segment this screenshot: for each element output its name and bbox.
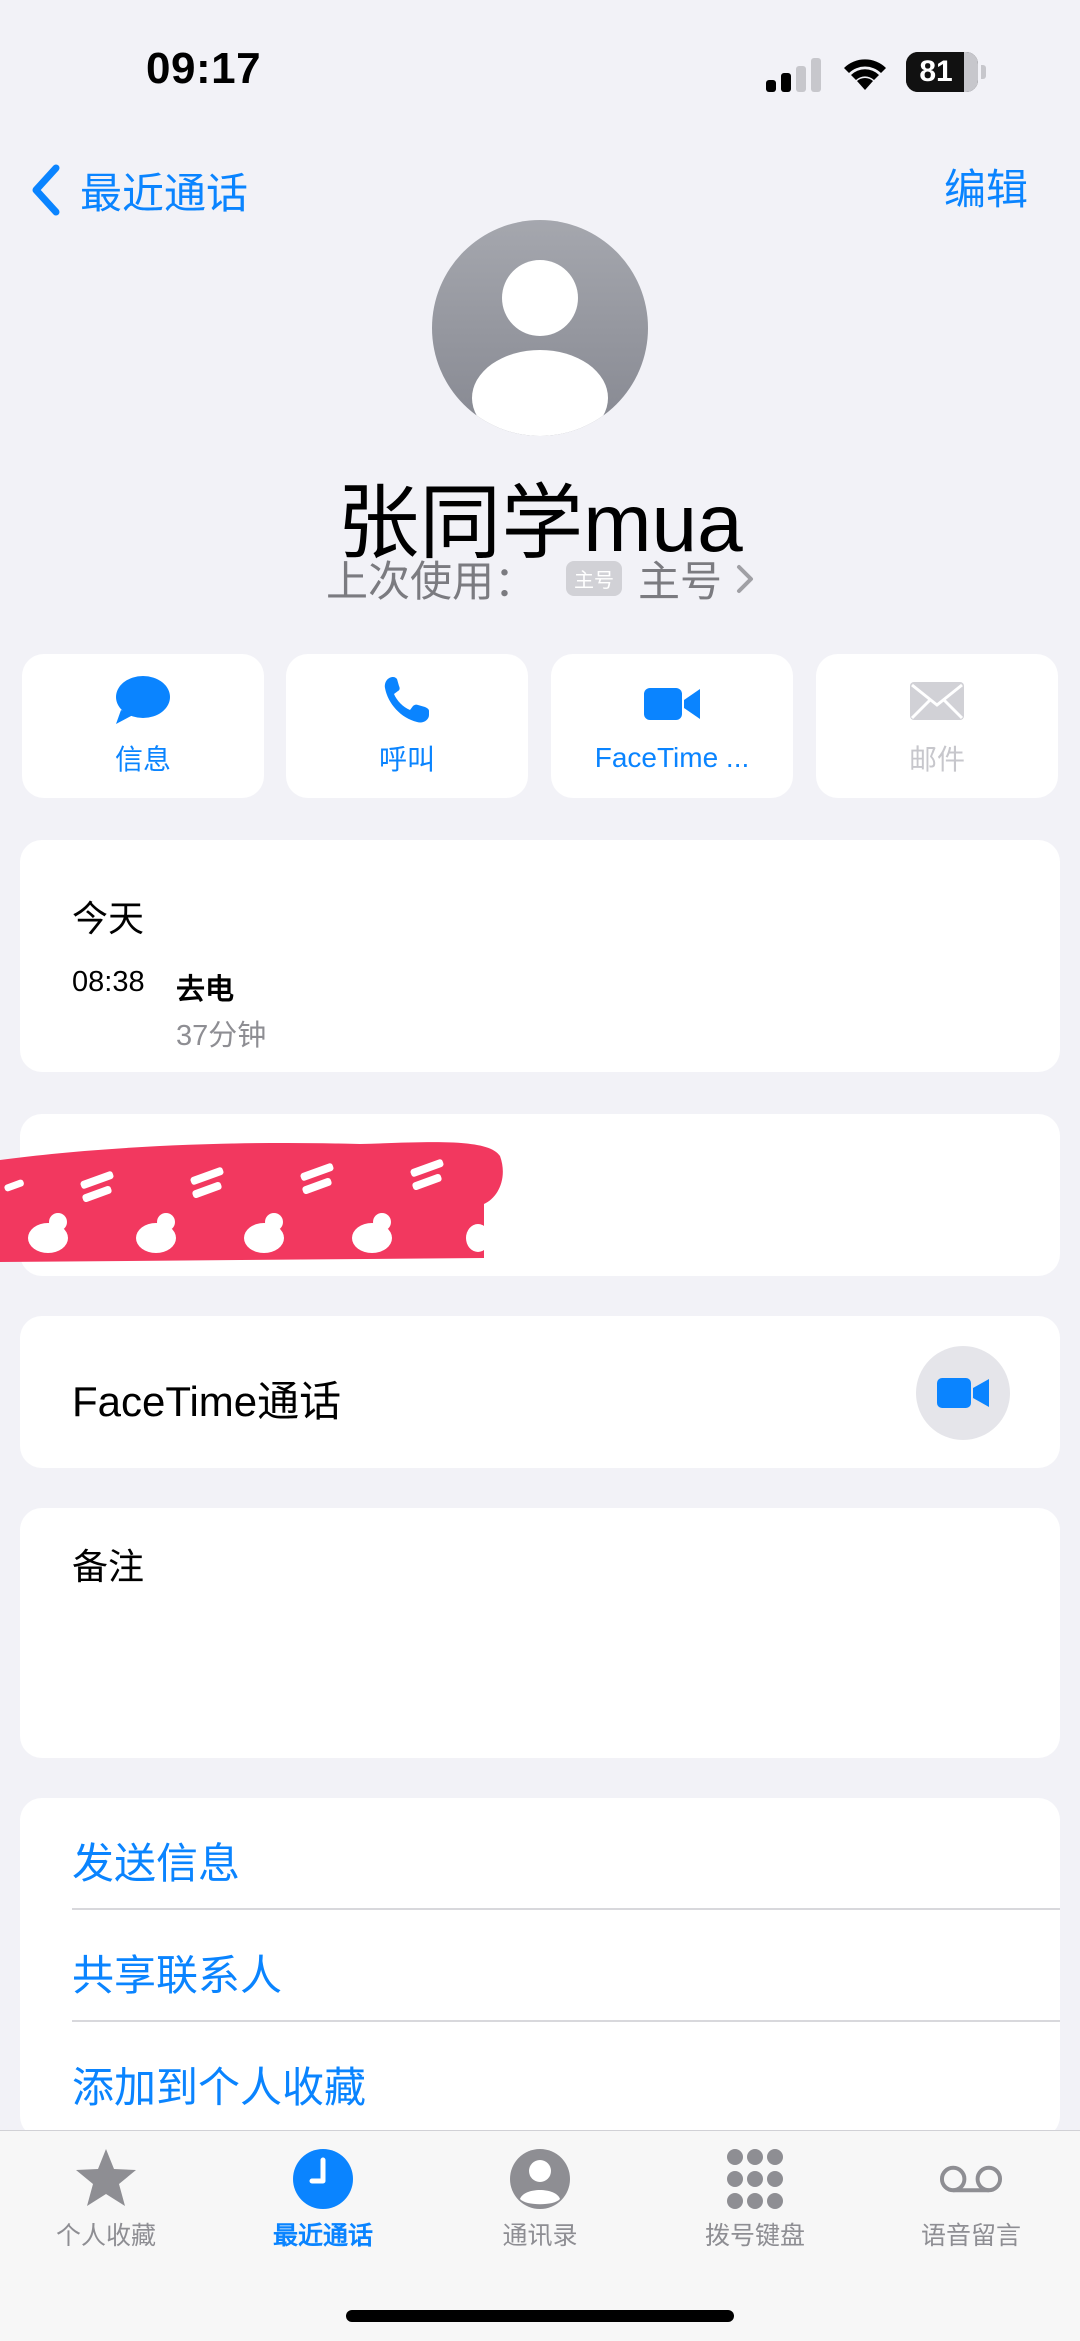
- status-time: 09:17: [146, 44, 262, 93]
- battery-percent: 81: [919, 55, 953, 88]
- person-circle-icon: [510, 2149, 570, 2209]
- call-duration: 37分钟: [176, 1020, 267, 1052]
- phone-icon: [384, 677, 429, 723]
- mail-action-button[interactable]: 邮件: [816, 654, 1058, 798]
- video-icon: [937, 1378, 989, 1408]
- tab-label: 最近通话: [272, 2222, 373, 2250]
- notes-card[interactable]: [20, 1508, 1060, 1758]
- battery-icon: 81: [906, 52, 986, 92]
- share-contact-link[interactable]: 共享联系人: [72, 1942, 282, 2003]
- last-used-label: 上次使用：: [325, 558, 536, 605]
- message-action-button[interactable]: 信息: [22, 654, 264, 798]
- back-button[interactable]: 最近通话: [30, 160, 248, 220]
- message-action-label: 信息: [114, 744, 171, 775]
- last-used-value: 主号: [638, 558, 723, 605]
- send-message-link[interactable]: 发送信息: [72, 1830, 240, 1891]
- call-type: 去电: [176, 974, 235, 1006]
- facetime-label: FaceTime通话: [72, 1378, 342, 1425]
- call-time: 08:38: [72, 966, 145, 998]
- divider: [72, 2020, 1060, 2022]
- tab-keypad[interactable]: 拨号键盘: [655, 2146, 855, 2252]
- edit-button[interactable]: 编辑: [944, 160, 1028, 220]
- chevron-left-icon: [32, 164, 60, 216]
- back-label: 最近通话: [80, 169, 249, 217]
- video-icon: [644, 688, 700, 720]
- divider: [72, 1908, 1060, 1910]
- mail-icon: [910, 682, 964, 720]
- tab-favorites[interactable]: 个人收藏: [6, 2146, 206, 2252]
- add-to-favorites-link[interactable]: 添加到个人收藏: [72, 2054, 366, 2115]
- last-used-badge: 主号: [566, 561, 622, 596]
- voicemail-icon: [939, 2165, 1003, 2193]
- facetime-action-button[interactable]: FaceTime ...: [551, 654, 793, 798]
- call-action-button[interactable]: 呼叫: [286, 654, 528, 798]
- wifi-icon: [844, 59, 886, 90]
- avatar: [432, 220, 648, 436]
- notes-label: 备注: [72, 1546, 145, 1587]
- cellular-signal-icon: [766, 58, 821, 92]
- last-used-line[interactable]: 上次使用： 主号 主号: [0, 548, 1080, 609]
- mail-action-label: 邮件: [908, 744, 965, 775]
- message-icon: [116, 676, 170, 724]
- recent-day-label: 今天: [72, 898, 145, 939]
- call-action-label: 呼叫: [378, 744, 435, 775]
- facetime-action-label: FaceTime ...: [594, 742, 750, 773]
- person-placeholder-icon: [472, 260, 608, 436]
- tab-recents[interactable]: 最近通话: [223, 2146, 423, 2252]
- chevron-right-icon: [737, 564, 754, 593]
- tab-contacts[interactable]: 通讯录: [440, 2146, 640, 2252]
- tab-label: 通讯录: [502, 2222, 578, 2250]
- keypad-icon: [727, 2149, 783, 2209]
- tab-label: 个人收藏: [55, 2222, 156, 2250]
- redaction-sticker: [0, 1142, 503, 1262]
- star-icon: [76, 2149, 136, 2206]
- tab-label: 拨号键盘: [704, 2222, 805, 2250]
- home-indicator: [346, 2310, 734, 2322]
- tab-voicemail[interactable]: 语音留言: [871, 2146, 1071, 2252]
- facetime-video-button[interactable]: [916, 1346, 1010, 1440]
- clock-icon: [293, 2149, 353, 2209]
- tab-label: 语音留言: [920, 2222, 1021, 2250]
